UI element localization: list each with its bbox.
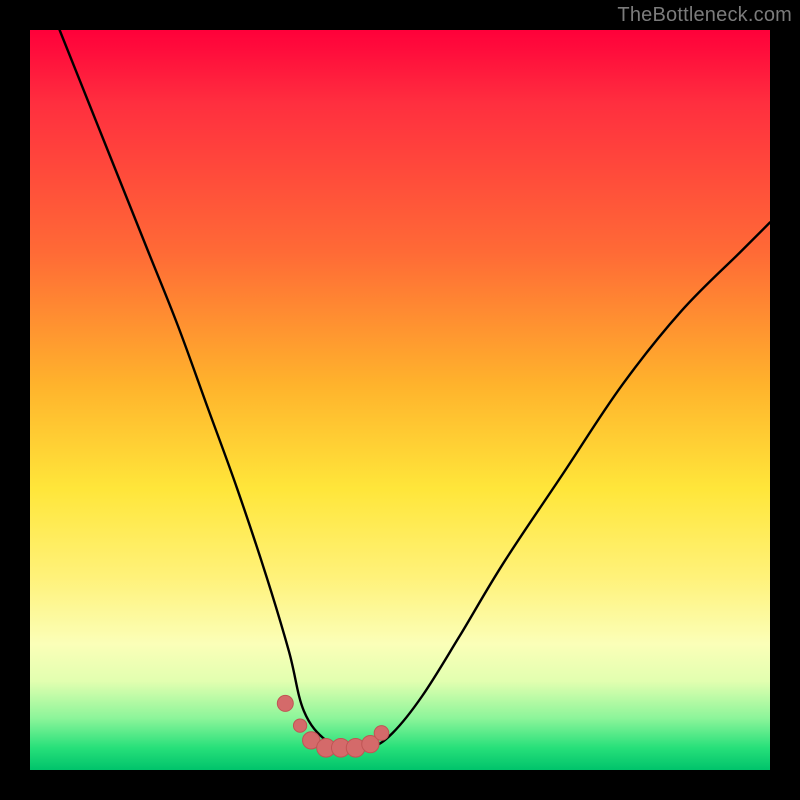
bottleneck-curve: [60, 30, 770, 749]
min-marker: [293, 719, 306, 732]
min-region-markers: [277, 695, 389, 757]
min-marker: [277, 695, 293, 711]
chart-frame: TheBottleneck.com: [0, 0, 800, 800]
watermark-label: TheBottleneck.com: [617, 4, 792, 27]
plot-area: [30, 30, 770, 770]
curve-layer: [30, 30, 770, 770]
min-marker: [374, 726, 389, 741]
